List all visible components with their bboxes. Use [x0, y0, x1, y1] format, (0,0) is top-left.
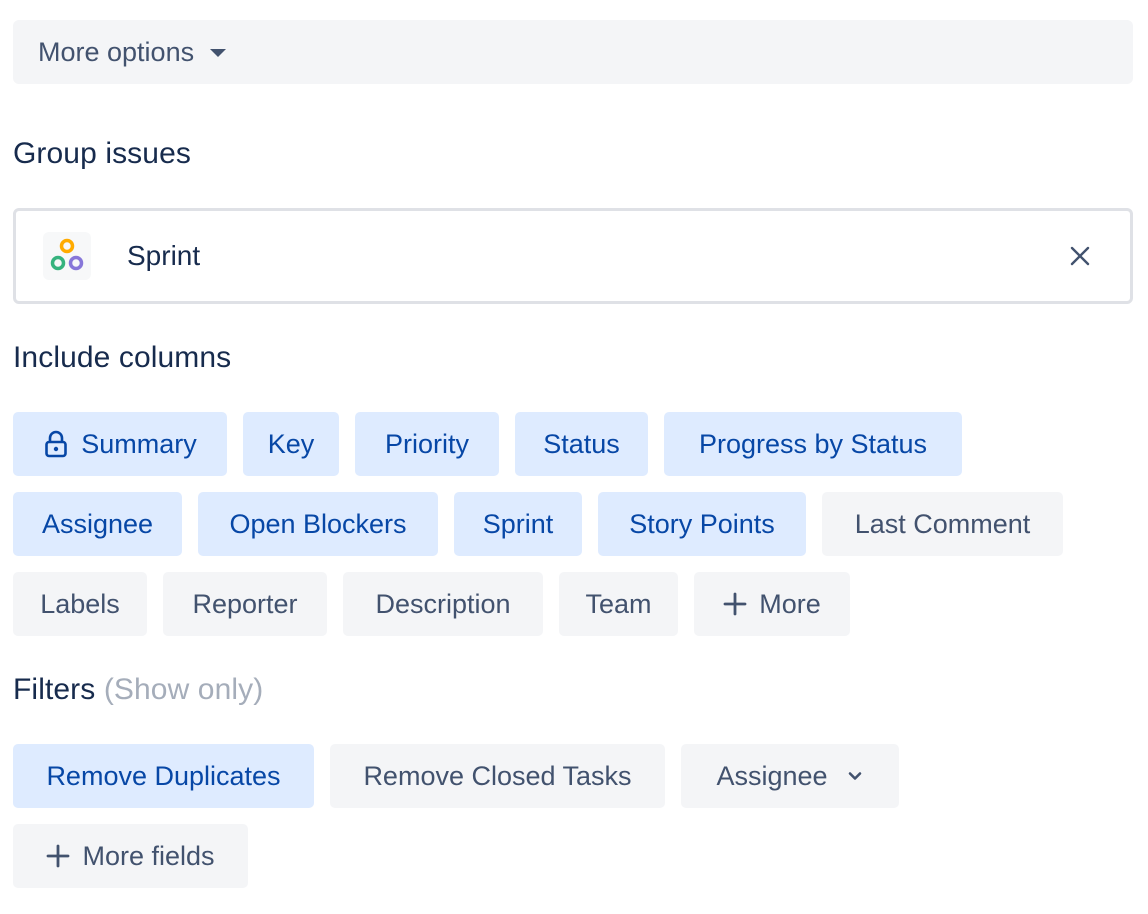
- include-columns-title: Include columns: [13, 341, 232, 374]
- column-chip-status[interactable]: Status: [515, 412, 648, 476]
- chip-label: Labels: [40, 588, 120, 619]
- close-icon: [1070, 246, 1090, 266]
- column-chip-progress-by-status[interactable]: Progress by Status: [664, 412, 962, 476]
- filters-title-text: Filters: [13, 673, 96, 706]
- chip-label: Remove Duplicates: [46, 760, 281, 791]
- chip-label: Priority: [384, 428, 469, 459]
- chip-label: Reporter: [192, 588, 298, 619]
- chip-label: Key: [267, 428, 315, 459]
- column-chip-description[interactable]: Description: [343, 572, 543, 636]
- column-chip-summary[interactable]: Summary: [13, 412, 227, 476]
- page: More options Group issues Sprint Include…: [0, 0, 1148, 914]
- chip-label: Remove Closed Tasks: [363, 760, 632, 791]
- column-chip-sprint[interactable]: Sprint: [454, 492, 582, 556]
- chevron-down-icon: [846, 767, 864, 785]
- filters-title: Filters (Show only): [13, 673, 263, 707]
- more-options-button[interactable]: More options: [13, 20, 1133, 84]
- chip-label: Assignee: [716, 760, 828, 791]
- chip-label: Assignee: [41, 508, 154, 539]
- chip-label: More fields: [82, 840, 215, 871]
- chip-label: Status: [543, 428, 620, 459]
- plus-icon: [46, 844, 70, 868]
- column-chip-assignee[interactable]: Assignee: [13, 492, 182, 556]
- caret-down-icon: [210, 49, 227, 57]
- more-options-label: More options: [38, 36, 195, 67]
- filter-assignee-dropdown[interactable]: Assignee: [681, 744, 899, 808]
- filter-chip-remove-duplicates[interactable]: Remove Duplicates: [13, 744, 314, 808]
- column-chip-story-points[interactable]: Story Points: [598, 492, 806, 556]
- sprint-icon: [43, 232, 91, 280]
- column-chip-priority[interactable]: Priority: [355, 412, 499, 476]
- chip-label: Progress by Status: [698, 428, 928, 459]
- more-fields-button[interactable]: More fields: [13, 824, 248, 888]
- chip-label: Sprint: [482, 508, 554, 539]
- column-chip-reporter[interactable]: Reporter: [163, 572, 327, 636]
- column-chip-key[interactable]: Key: [243, 412, 339, 476]
- chip-label: Open Blockers: [229, 508, 407, 539]
- clear-group-button[interactable]: [1068, 244, 1092, 268]
- lock-icon: [43, 429, 69, 459]
- chip-label: Story Points: [629, 508, 775, 539]
- chip-label: Description: [375, 588, 511, 619]
- column-more-button[interactable]: More: [694, 572, 850, 636]
- filter-chip-remove-closed-tasks[interactable]: Remove Closed Tasks: [330, 744, 665, 808]
- chip-label: More: [759, 588, 821, 619]
- column-chip-last-comment[interactable]: Last Comment: [822, 492, 1063, 556]
- column-chip-team[interactable]: Team: [559, 572, 678, 636]
- column-chip-open-blockers[interactable]: Open Blockers: [198, 492, 438, 556]
- group-issues-value: Sprint: [127, 240, 201, 271]
- chip-label: Team: [585, 588, 652, 619]
- group-issues-title: Group issues: [13, 137, 191, 170]
- chip-label: Last Comment: [854, 508, 1031, 539]
- group-issues-select[interactable]: Sprint: [13, 208, 1133, 304]
- column-chip-labels[interactable]: Labels: [13, 572, 147, 636]
- plus-icon: [723, 592, 747, 616]
- filters-subtitle: (Show only): [103, 673, 264, 706]
- chip-label: Summary: [81, 428, 197, 459]
